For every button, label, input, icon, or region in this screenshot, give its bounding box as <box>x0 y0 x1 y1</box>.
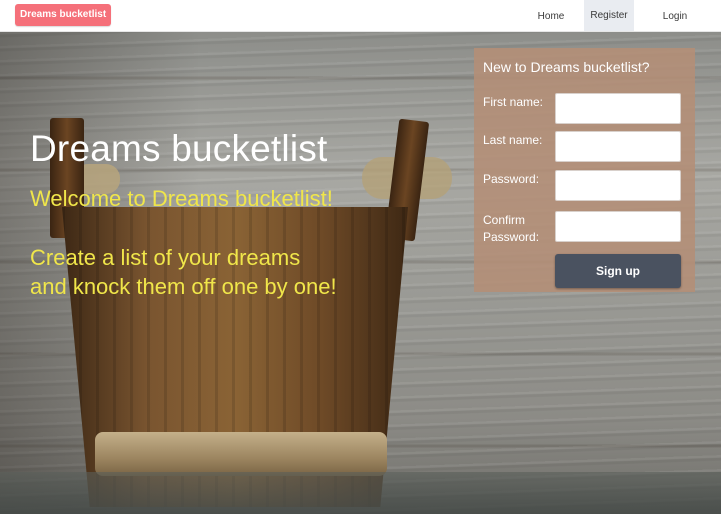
password-label: Password: <box>483 172 540 186</box>
last-name-field[interactable] <box>555 131 681 162</box>
confirm-password-label: Confirm Password: <box>483 212 539 246</box>
signup-heading: New to Dreams bucketlist? <box>483 59 650 75</box>
sign-up-button[interactable]: Sign up <box>555 254 681 288</box>
hero-welcome-text: Welcome to Dreams bucketlist! <box>30 186 333 211</box>
top-navbar: Dreams bucketlist Home Register Login <box>0 0 721 32</box>
background-ground <box>0 472 721 514</box>
confirm-label-line-2: Password: <box>483 230 540 244</box>
first-name-label: First name: <box>483 95 544 109</box>
bucket-band <box>95 432 387 476</box>
last-name-label: Last name: <box>483 133 543 147</box>
first-name-field[interactable] <box>555 93 681 124</box>
hero-tagline-line-1: Create a list of your dreams <box>30 245 301 270</box>
confirm-label-line-1: Confirm <box>483 213 526 227</box>
password-field[interactable] <box>555 170 681 201</box>
brand-button[interactable]: Dreams bucketlist <box>15 4 112 26</box>
signup-panel: New to Dreams bucketlist? First name: La… <box>474 48 695 292</box>
confirm-password-field[interactable] <box>555 211 681 242</box>
nav-link-register[interactable]: Register <box>584 0 634 31</box>
hero-tagline-line-2: and knock them off one by one! <box>30 274 337 299</box>
hero-tagline: Create a list of your dreams and knock t… <box>30 243 430 301</box>
hero-title: Dreams bucketlist <box>30 128 328 169</box>
nav-link-login[interactable]: Login <box>653 0 697 31</box>
nav-link-home[interactable]: Home <box>529 0 573 31</box>
